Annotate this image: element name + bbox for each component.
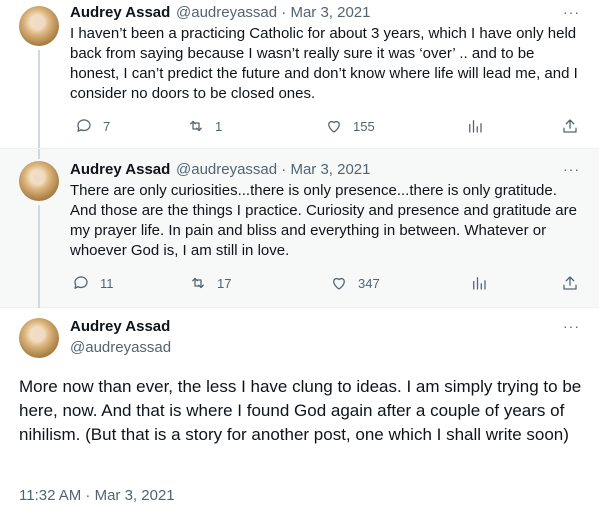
retweet-icon [192,277,204,289]
retweet-count: 17 [217,275,232,291]
analytics-icon [469,120,482,133]
analytics-icon [473,277,486,290]
views-button[interactable] [470,274,488,292]
reply-count: 11 [100,275,114,291]
tweet-actions: 11 17 347 [70,274,590,296]
reply-button[interactable]: 7 [75,117,110,135]
avatar[interactable] [19,318,59,358]
avatar[interactable] [19,6,59,46]
tweet-text: There are only curiosities...there is on… [70,182,577,259]
like-button[interactable]: 155 [325,117,375,135]
more-icon[interactable]: ··· [563,318,580,334]
reply-button[interactable]: 11 [72,274,114,292]
author-name[interactable]: Audrey Assad [70,161,170,178]
retweet-icon [190,120,202,132]
thread-line [38,149,40,159]
avatar[interactable] [19,161,59,201]
thread-line [38,50,40,148]
tweet-2[interactable]: Audrey Assad @audreyassad · Mar 3, 2021 … [0,148,599,309]
retweet-count: 1 [215,118,223,134]
author-name[interactable]: Audrey Assad [70,4,170,21]
reply-icon [77,119,91,132]
main-tweet: Audrey Assad @audreyassad ··· More now t… [0,308,599,519]
tweet-actions: 7 1 155 [70,117,590,139]
retweet-button[interactable]: 17 [189,274,231,292]
thread-line [38,205,40,309]
like-icon [333,277,345,290]
reply-count: 7 [103,118,111,134]
like-icon [328,120,340,133]
share-button[interactable] [561,117,579,135]
author-handle-date[interactable]: @audreyassad · Mar 3, 2021 [176,161,371,178]
retweet-button[interactable]: 1 [187,117,222,135]
like-button[interactable]: 347 [330,274,380,292]
views-button[interactable] [466,117,484,135]
like-count: 155 [353,118,375,134]
share-icon [563,276,577,290]
share-icon [563,119,577,133]
more-icon[interactable]: ··· [563,4,580,20]
like-count: 347 [358,275,380,291]
tweet-text: More now than ever, the less I have clun… [19,377,582,444]
reply-icon [74,276,88,289]
tweet-timestamp[interactable]: 11:32 AM · Mar 3, 2021 [19,487,175,504]
tweet-1[interactable]: Audrey Assad @audreyassad · Mar 3, 2021 … [0,0,599,148]
tweet-text: I haven’t been a practicing Catholic for… [70,25,578,102]
author-name[interactable]: Audrey Assad [70,318,170,335]
share-button[interactable] [561,274,579,292]
author-handle[interactable]: @audreyassad [70,339,171,356]
more-icon[interactable]: ··· [563,161,580,177]
author-handle-date[interactable]: @audreyassad · Mar 3, 2021 [176,4,371,21]
